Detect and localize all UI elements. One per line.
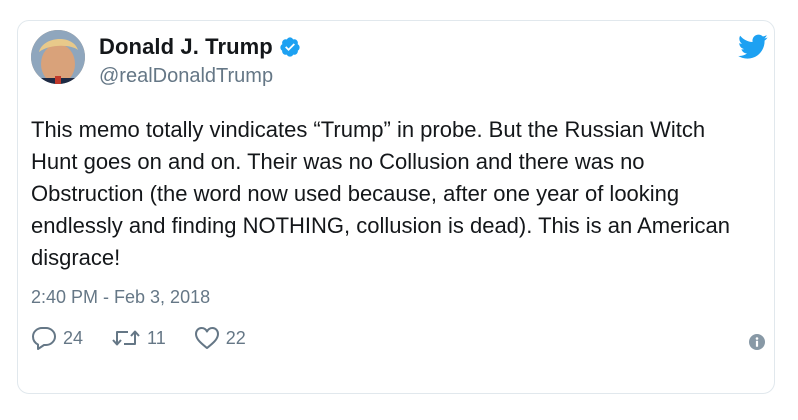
- tweet-actions: 24 11 22: [31, 326, 274, 350]
- info-icon[interactable]: [749, 334, 765, 350]
- timestamp[interactable]: 2:40 PM - Feb 3, 2018: [31, 287, 210, 308]
- heart-icon: [194, 327, 219, 349]
- reply-icon: [32, 327, 56, 350]
- name-row: Donald J. Trump: [99, 34, 301, 60]
- retweet-button[interactable]: 11: [111, 327, 166, 349]
- reply-count: 24: [63, 327, 84, 348]
- retweet-icon: [112, 330, 140, 346]
- retweet-count: 11: [147, 327, 166, 348]
- twitter-bird-icon[interactable]: [738, 34, 768, 60]
- like-button[interactable]: 22: [194, 326, 246, 350]
- tweet-text: This memo totally vindicates “Trump” in …: [31, 117, 731, 270]
- avatar-image: [31, 30, 85, 84]
- avatar[interactable]: [31, 30, 85, 84]
- verified-badge-icon: [279, 36, 301, 58]
- display-name[interactable]: Donald J. Trump: [99, 34, 273, 60]
- reply-button[interactable]: 24: [31, 326, 83, 350]
- user-handle[interactable]: @realDonaldTrump: [99, 65, 273, 88]
- like-count: 22: [225, 327, 246, 348]
